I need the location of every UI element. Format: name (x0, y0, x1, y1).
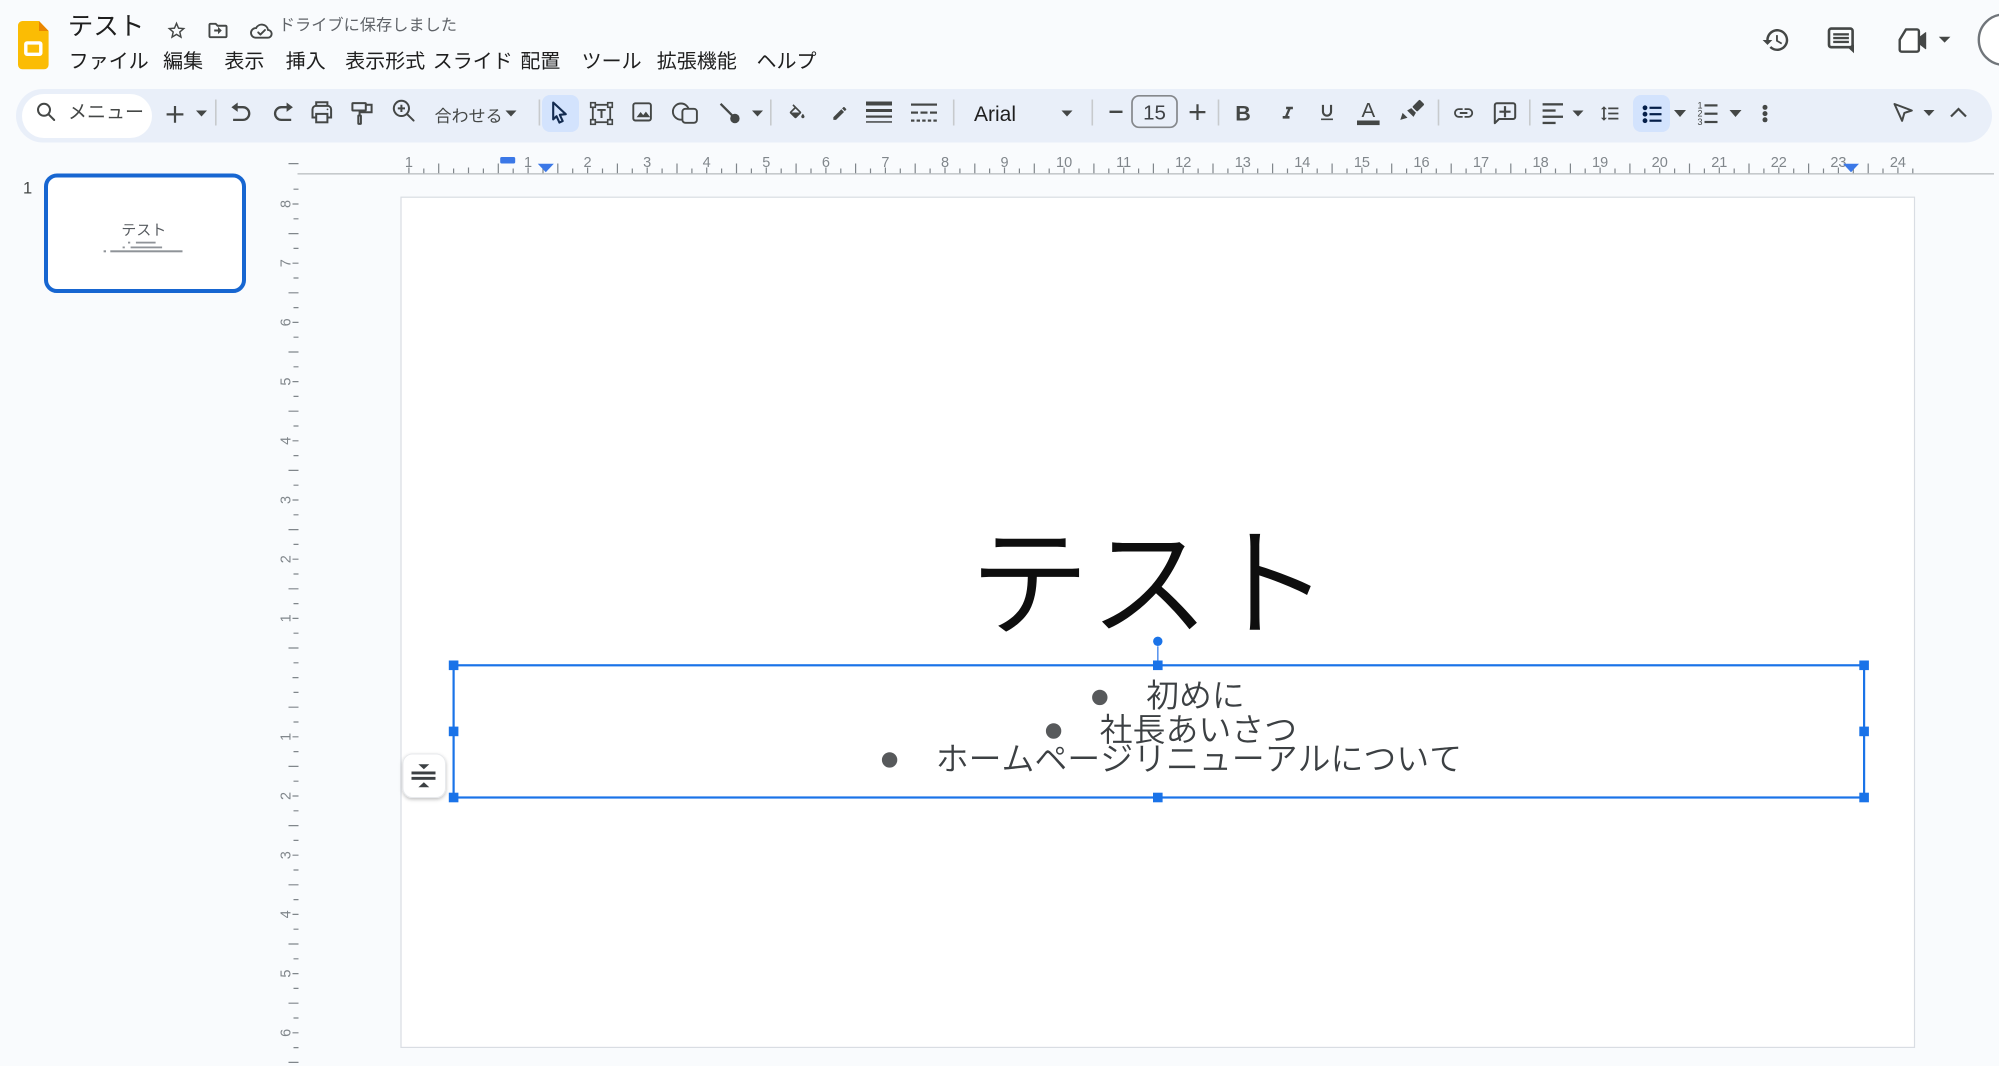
svg-text:4: 4 (279, 437, 295, 445)
svg-text:2: 2 (279, 555, 295, 563)
svg-text:15: 15 (1143, 102, 1166, 125)
svg-text:1: 1 (524, 155, 532, 171)
svg-text:21: 21 (1711, 155, 1727, 171)
svg-text:19: 19 (1592, 155, 1608, 171)
svg-text:5: 5 (279, 378, 295, 386)
svg-text:5: 5 (762, 155, 770, 171)
svg-text:13: 13 (1235, 155, 1251, 171)
svg-text:B: B (1235, 102, 1251, 126)
svg-text:6: 6 (279, 1029, 295, 1037)
svg-text:1: 1 (23, 180, 32, 198)
svg-text:1: 1 (279, 614, 295, 622)
svg-text:11: 11 (1116, 155, 1131, 171)
svg-text:5: 5 (279, 970, 295, 978)
svg-text:22: 22 (1771, 155, 1787, 171)
svg-text:9: 9 (1000, 155, 1008, 171)
svg-text:1: 1 (405, 155, 413, 171)
svg-text:12: 12 (1175, 155, 1191, 171)
svg-text:7: 7 (279, 259, 295, 267)
svg-text:2: 2 (279, 792, 295, 800)
svg-text:23: 23 (1830, 155, 1846, 171)
svg-text:17: 17 (1473, 155, 1489, 171)
svg-text:10: 10 (1056, 155, 1072, 171)
svg-text:1: 1 (279, 733, 295, 741)
svg-text:15: 15 (1354, 155, 1370, 171)
svg-text:2: 2 (584, 155, 592, 171)
svg-text:6: 6 (822, 155, 830, 171)
svg-text:3: 3 (643, 155, 651, 171)
svg-text:24: 24 (1890, 155, 1906, 171)
svg-text:4: 4 (703, 155, 711, 171)
svg-text:8: 8 (279, 200, 295, 208)
svg-text:4: 4 (279, 910, 295, 918)
svg-text:3: 3 (279, 851, 295, 859)
svg-text:3: 3 (279, 496, 295, 504)
svg-text:8: 8 (941, 155, 949, 171)
svg-text:A: A (1361, 99, 1375, 122)
svg-text:20: 20 (1652, 155, 1668, 171)
svg-text:14: 14 (1294, 155, 1310, 171)
svg-text:18: 18 (1533, 155, 1549, 171)
svg-text:6: 6 (279, 318, 295, 326)
svg-text:7: 7 (881, 155, 889, 171)
svg-text:3: 3 (1697, 117, 1702, 127)
svg-text:Arial: Arial (974, 103, 1016, 126)
svg-text:16: 16 (1413, 155, 1429, 171)
